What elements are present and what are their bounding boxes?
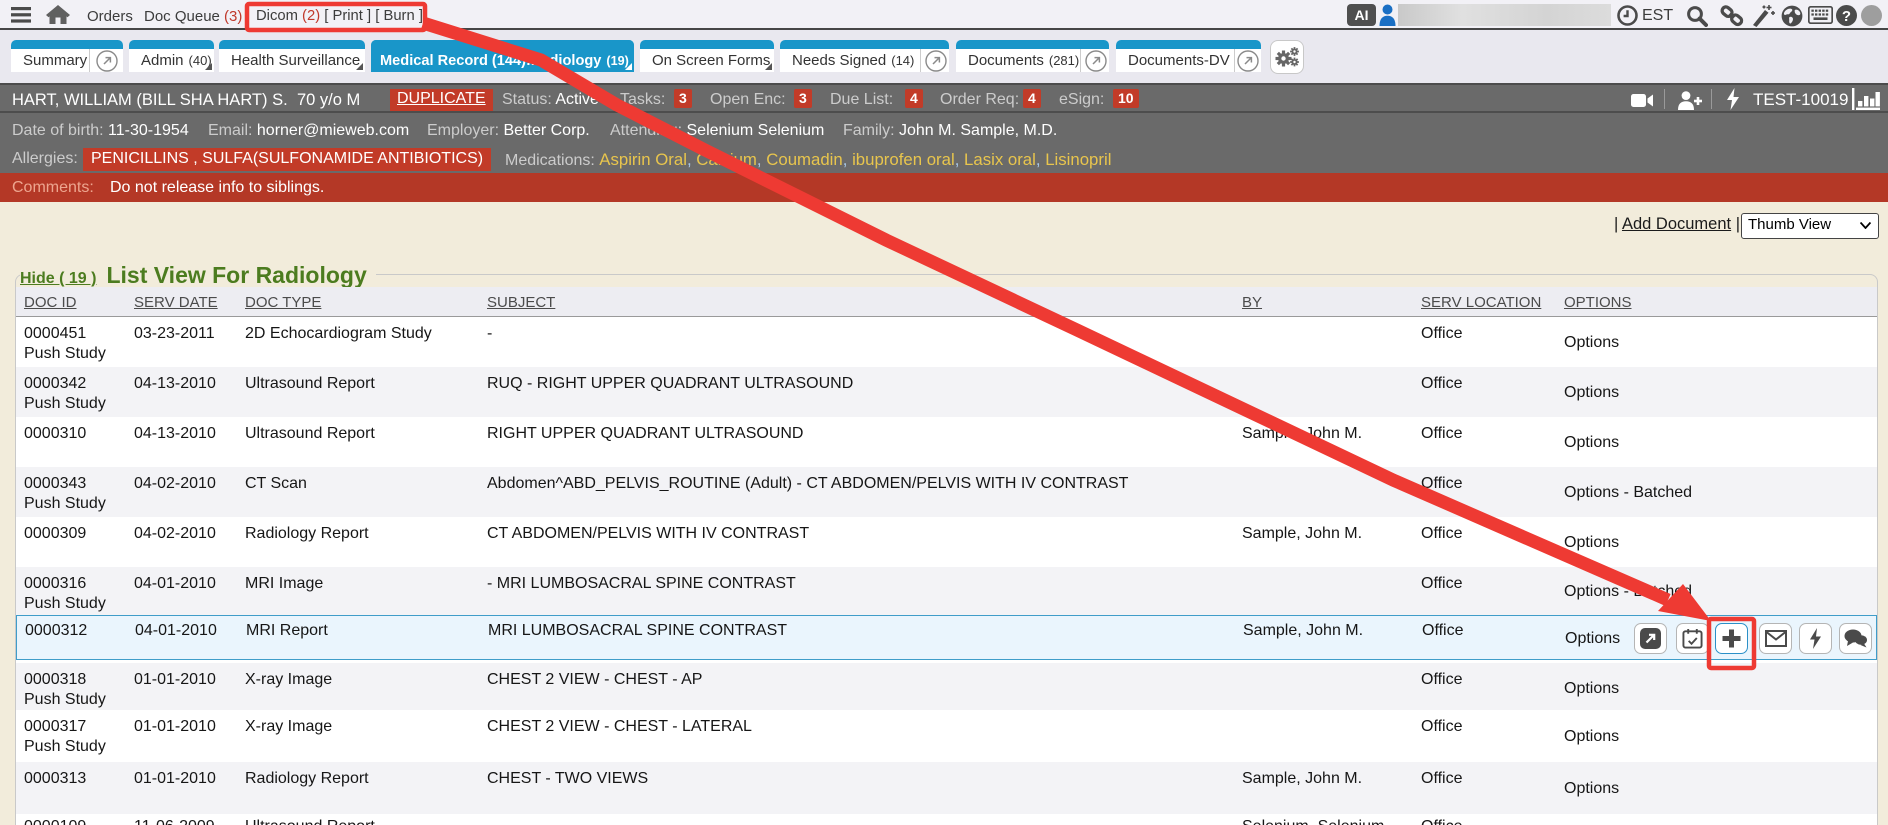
svg-text:?: ? — [1842, 8, 1851, 25]
